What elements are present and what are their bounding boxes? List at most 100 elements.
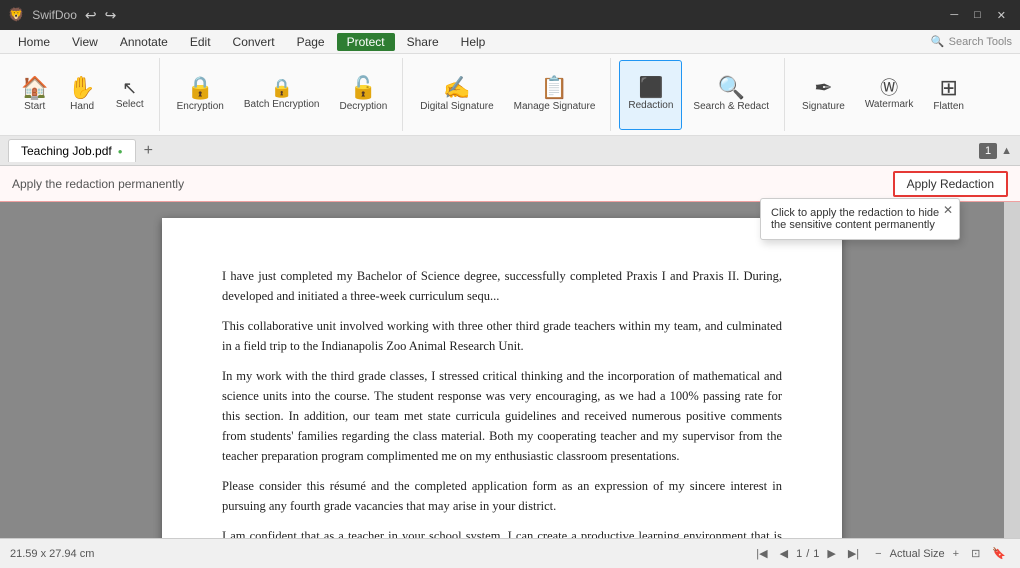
pdf-para-2: This collaborative unit involved working… bbox=[222, 316, 782, 356]
start-label: Start bbox=[24, 101, 45, 113]
batch-encryption-label: Batch Encryption bbox=[244, 99, 320, 111]
watermark-btn[interactable]: Ⓦ Watermark bbox=[856, 60, 923, 130]
minimize-btn[interactable]: ─ bbox=[944, 7, 964, 24]
zoom-out-btn[interactable]: − bbox=[871, 546, 885, 562]
hand-label: Hand bbox=[70, 101, 94, 113]
select-icon: ↖ bbox=[122, 79, 137, 97]
title-bar: 🦁 SwifDoo ↩ ↪ ─ □ ✕ bbox=[0, 0, 1020, 30]
signature-icon: ✒ bbox=[814, 77, 832, 99]
close-btn[interactable]: ✕ bbox=[991, 7, 1012, 24]
scrollbar-right[interactable] bbox=[1004, 202, 1020, 538]
digital-signature-btn[interactable]: ✍ Digital Signature bbox=[411, 60, 502, 130]
hand-icon: ✋ bbox=[68, 77, 95, 99]
fit-page-btn[interactable]: ⊡ bbox=[967, 545, 984, 562]
status-bar-right: |◀ ◀ 1 / 1 ▶ ▶| − Actual Size + ⊡ 🔖 bbox=[752, 545, 1010, 562]
batch-encryption-btn[interactable]: 🔒 Batch Encryption bbox=[235, 60, 329, 130]
zoom-in-btn[interactable]: + bbox=[949, 546, 963, 562]
status-bar: 21.59 x 27.94 cm |◀ ◀ 1 / 1 ▶ ▶| − Actua… bbox=[0, 538, 1020, 568]
title-bar-left: 🦁 SwifDoo ↩ ↪ bbox=[8, 7, 116, 24]
current-page: 1 bbox=[796, 548, 802, 560]
other-group: ✒ Signature Ⓦ Watermark ⊞ Flatten bbox=[787, 58, 979, 131]
digital-signature-icon: ✍ bbox=[443, 77, 470, 99]
pdf-page: I have just completed my Bachelor of Sci… bbox=[162, 218, 842, 538]
security-group: 🔒 Encryption 🔒 Batch Encryption 🔓 Decryp… bbox=[162, 58, 404, 131]
pdf-para-4: Please consider this résumé and the comp… bbox=[222, 476, 782, 516]
tooltip-text: Click to apply the redaction to hide the… bbox=[771, 207, 939, 231]
decryption-icon: 🔓 bbox=[350, 77, 377, 99]
encryption-label: Encryption bbox=[177, 101, 224, 113]
first-page-btn[interactable]: |◀ bbox=[752, 545, 771, 562]
zoom-section: − Actual Size + ⊡ 🔖 bbox=[871, 545, 1010, 562]
start-btn[interactable]: 🏠 Start bbox=[12, 60, 57, 130]
manage-signature-label: Manage Signature bbox=[514, 101, 596, 113]
watermark-icon: Ⓦ bbox=[880, 79, 898, 97]
apply-redaction-button[interactable]: Apply Redaction bbox=[893, 171, 1008, 197]
tooltip-close-btn[interactable]: ✕ bbox=[943, 203, 953, 217]
encryption-icon: 🔒 bbox=[187, 77, 214, 99]
menu-bar: Home View Annotate Edit Convert Page Pro… bbox=[0, 30, 1020, 54]
flatten-btn[interactable]: ⊞ Flatten bbox=[924, 60, 973, 130]
decryption-btn[interactable]: 🔓 Decryption bbox=[330, 60, 396, 130]
menu-edit[interactable]: Edit bbox=[180, 33, 221, 51]
encryption-btn[interactable]: 🔒 Encryption bbox=[168, 60, 233, 130]
start-group: 🏠 Start ✋ Hand ↖ Select bbox=[6, 58, 160, 131]
menu-help[interactable]: Help bbox=[451, 33, 496, 51]
page-navigation: |◀ ◀ 1 / 1 ▶ ▶| bbox=[752, 545, 863, 562]
prev-page-btn[interactable]: ◀ bbox=[776, 545, 792, 562]
maximize-btn[interactable]: □ bbox=[968, 7, 987, 24]
flatten-icon: ⊞ bbox=[939, 77, 957, 99]
search-redact-btn[interactable]: 🔍 Search & Redact bbox=[684, 60, 778, 130]
manage-signature-btn[interactable]: 📋 Manage Signature bbox=[505, 60, 605, 130]
redaction-btn[interactable]: ⬛ Redaction bbox=[619, 60, 682, 130]
search-redact-icon: 🔍 bbox=[718, 77, 745, 99]
menu-home[interactable]: Home bbox=[8, 33, 60, 51]
tab-label: Teaching Job.pdf bbox=[21, 144, 112, 158]
pdf-tab[interactable]: Teaching Job.pdf ● bbox=[8, 139, 136, 162]
decryption-label: Decryption bbox=[339, 101, 387, 113]
menu-view[interactable]: View bbox=[62, 33, 108, 51]
digital-signature-label: Digital Signature bbox=[420, 101, 493, 113]
pdf-para-5: I am confident that as a teacher in your… bbox=[222, 526, 782, 538]
menu-protect[interactable]: Protect bbox=[337, 33, 395, 51]
tab-modified-dot: ● bbox=[118, 147, 123, 156]
redaction-bar: Apply the redaction permanently Apply Re… bbox=[0, 166, 1020, 202]
next-page-btn[interactable]: ▶ bbox=[823, 545, 839, 562]
select-label: Select bbox=[116, 99, 144, 111]
signature-group: ✍ Digital Signature 📋 Manage Signature bbox=[405, 58, 611, 131]
search-redact-label: Search & Redact bbox=[693, 101, 769, 113]
last-page-btn[interactable]: ▶| bbox=[844, 545, 863, 562]
watermark-label: Watermark bbox=[865, 99, 914, 111]
redaction-group: ⬛ Redaction 🔍 Search & Redact bbox=[613, 58, 785, 131]
add-tab-btn[interactable]: + bbox=[138, 142, 159, 160]
menu-share[interactable]: Share bbox=[397, 33, 449, 51]
main-area: I have just completed my Bachelor of Sci… bbox=[0, 202, 1020, 538]
tab-bar-right: 1 ▲ bbox=[979, 143, 1012, 159]
page-dimensions: 21.59 x 27.94 cm bbox=[10, 548, 94, 560]
hand-btn[interactable]: ✋ Hand bbox=[59, 60, 104, 130]
batch-encryption-icon: 🔒 bbox=[270, 79, 292, 97]
redo-btn[interactable]: ↪ bbox=[105, 7, 117, 24]
pdf-viewer[interactable]: I have just completed my Bachelor of Sci… bbox=[0, 202, 1004, 538]
tab-bar: Teaching Job.pdf ● + 1 ▲ bbox=[0, 136, 1020, 166]
redaction-icon: ⬛ bbox=[638, 78, 663, 98]
pdf-para-1: I have just completed my Bachelor of Sci… bbox=[222, 266, 782, 306]
menu-convert[interactable]: Convert bbox=[223, 33, 285, 51]
bookmark-btn[interactable]: 🔖 bbox=[988, 545, 1010, 562]
search-tools[interactable]: 🔍 Search Tools bbox=[931, 35, 1012, 48]
window-controls: ─ □ ✕ bbox=[944, 7, 1012, 24]
menu-annotate[interactable]: Annotate bbox=[110, 33, 178, 51]
collapse-btn[interactable]: ▲ bbox=[1001, 145, 1012, 157]
signature-btn[interactable]: ✒ Signature bbox=[793, 60, 854, 130]
page-separator: / bbox=[806, 548, 809, 560]
select-btn[interactable]: ↖ Select bbox=[107, 60, 153, 130]
undo-btn[interactable]: ↩ bbox=[85, 7, 97, 24]
redaction-bar-message: Apply the redaction permanently bbox=[12, 177, 885, 191]
signature-label: Signature bbox=[802, 101, 845, 113]
manage-signature-icon: 📋 bbox=[541, 77, 568, 99]
redaction-label: Redaction bbox=[628, 100, 673, 112]
start-icon: 🏠 bbox=[21, 77, 48, 99]
toolbar: 🏠 Start ✋ Hand ↖ Select 🔒 Encryption 🔒 B… bbox=[0, 54, 1020, 136]
app-logo: 🦁 bbox=[8, 7, 24, 23]
menu-page[interactable]: Page bbox=[287, 33, 335, 51]
page-count-badge: 1 bbox=[979, 143, 997, 159]
